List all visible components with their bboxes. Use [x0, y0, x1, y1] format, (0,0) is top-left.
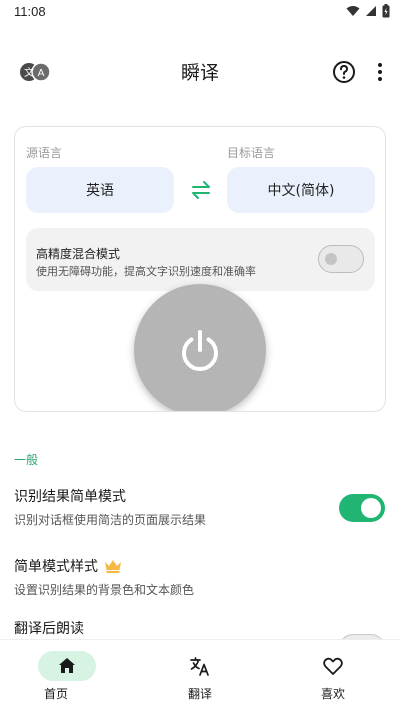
- setting-simple-result-mode[interactable]: 识别结果简单模式 识别对话框使用简洁的页面展示结果: [14, 486, 386, 532]
- target-language-button[interactable]: 中文(简体): [227, 167, 375, 213]
- high-precision-mode-row[interactable]: 高精度混合模式 使用无障碍功能，提高文字识别速度和准确率: [26, 228, 375, 291]
- source-language-label: 源语言: [26, 146, 63, 160]
- setting-description: 设置识别结果的背景色和文本颜色: [14, 583, 195, 597]
- status-bar: 11:08: [0, 0, 400, 24]
- setting-simple-mode-style[interactable]: 简单模式样式 设置识别结果的背景色和文本颜色: [14, 556, 386, 597]
- nav-label: 翻译: [187, 687, 212, 701]
- toggle-knob: [325, 253, 337, 265]
- status-time: 11:08: [14, 4, 46, 19]
- mode-title: 高精度混合模式: [36, 247, 121, 261]
- mode-description: 使用无障碍功能，提高文字识别速度和准确率: [36, 265, 256, 278]
- target-language-value: 中文(简体): [267, 183, 335, 199]
- power-button[interactable]: [134, 284, 266, 411]
- bottom-navigation: 首页 翻译 喜欢: [0, 639, 400, 711]
- setting-title-row: 简单模式样式: [14, 556, 386, 576]
- battery-icon: [382, 4, 390, 18]
- power-icon: [182, 330, 218, 371]
- source-language-button[interactable]: 英语: [26, 167, 174, 213]
- wifi-icon: [346, 6, 360, 16]
- toggle-knob: [361, 498, 381, 518]
- help-circle-icon[interactable]: [331, 59, 357, 85]
- nav-label: 首页: [43, 687, 68, 701]
- setting-title: 简单模式样式: [14, 559, 98, 575]
- crown-icon: [105, 560, 121, 573]
- setting-description: 识别对话框使用简洁的页面展示结果: [14, 513, 207, 527]
- swap-arrows-icon[interactable]: [189, 179, 213, 201]
- more-vert-icon[interactable]: [372, 59, 388, 85]
- simple-mode-toggle[interactable]: [339, 494, 385, 522]
- translate-icon: [190, 657, 209, 676]
- status-icons: [346, 4, 390, 18]
- nav-favorites[interactable]: 喜欢: [283, 640, 383, 711]
- mode-toggle[interactable]: [318, 245, 364, 273]
- setting-title: 翻译后朗读: [14, 621, 84, 637]
- nav-active-indicator: [38, 651, 96, 681]
- source-language-value: 英语: [86, 183, 114, 199]
- signal-icon: [366, 6, 376, 16]
- setting-read-after-translate[interactable]: 翻译后朗读: [14, 618, 386, 662]
- app-bar: 文 A 瞬译: [0, 48, 400, 96]
- nav-label: 喜欢: [320, 687, 345, 701]
- home-icon: [59, 658, 75, 673]
- nav-translate[interactable]: 翻译: [150, 640, 250, 711]
- translator-card: 源语言 目标语言 英语 中文(简体) 高精度混合模式 使用无障碍功能，提高文字识…: [14, 126, 386, 412]
- target-language-label: 目标语言: [227, 146, 276, 160]
- heart-icon: [323, 657, 343, 675]
- section-header-general: 一般: [14, 453, 39, 467]
- nav-home[interactable]: 首页: [28, 640, 128, 711]
- setting-title: 识别结果简单模式: [14, 489, 126, 505]
